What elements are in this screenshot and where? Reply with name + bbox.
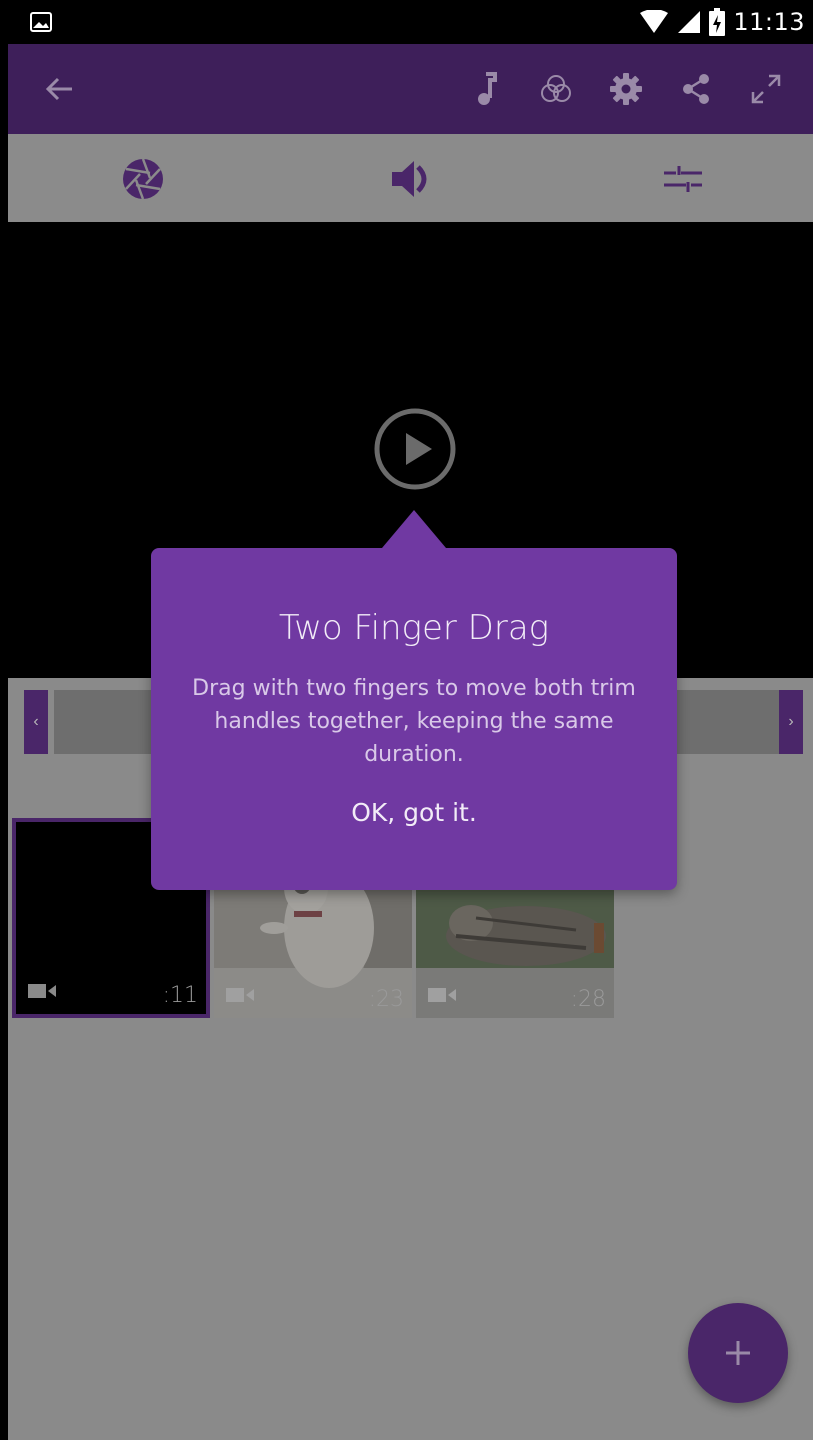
video-editor-screen: 11:13 ‹ ›:11:23:28 Two Finger Drag Dr… [8,0,813,1440]
music-button[interactable] [451,66,521,112]
status-bar: 11:13 [8,0,813,44]
share-button[interactable] [661,66,731,112]
aperture-icon [123,158,163,200]
video-camera-icon [226,988,254,1002]
video-camera-icon [428,988,456,1002]
clip-duration: :11 [162,983,198,1008]
themes-button[interactable] [120,158,166,200]
ok-got-it-button[interactable]: OK, got it. [151,798,677,827]
plus-icon [726,1341,750,1365]
clip-duration: :23 [368,987,404,1012]
status-time: 11:13 [733,8,805,36]
add-clip-button[interactable] [688,1303,788,1403]
sliders-icon [664,166,702,192]
gallery-notification-icon [30,12,52,32]
gear-icon [610,73,642,105]
settings-button[interactable] [591,66,661,112]
trim-handle-right[interactable]: › [779,690,803,754]
battery-charging-icon [709,8,726,36]
fullscreen-button[interactable] [731,66,801,112]
video-camera-icon [28,984,56,998]
share-icon [683,74,709,104]
popover-body: Drag with two fingers to move both trim … [192,676,636,767]
editor-toolbar [8,134,813,222]
clip-duration: :28 [570,987,606,1012]
app-bar-actions [451,66,801,112]
app-bar [8,44,813,134]
color-filter-button[interactable] [521,66,591,112]
popover-arrow [382,510,446,548]
adjustments-button[interactable] [660,158,706,200]
play-circle-icon[interactable] [373,407,457,491]
volume-icon [392,161,427,197]
volume-button[interactable] [389,158,435,200]
popover-title: Two Finger Drag [278,608,550,648]
trim-handle-left[interactable]: ‹ [24,690,48,754]
music-note-icon [478,72,497,105]
expand-icon [751,74,781,104]
cell-signal-icon [678,11,701,33]
color-filter-icon [541,75,571,102]
wifi-icon [640,10,669,33]
arrow-left-icon[interactable] [42,71,78,107]
coach-mark-popover: Two Finger Drag Drag with two fingers to… [151,510,677,890]
